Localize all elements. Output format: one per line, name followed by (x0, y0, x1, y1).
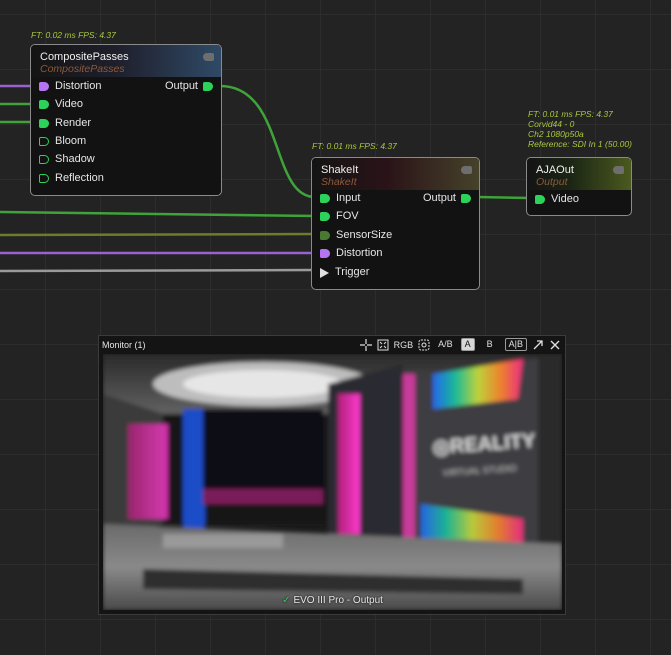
node-title: CompositePasses (40, 51, 129, 63)
input-reflection[interactable]: Reflection (39, 172, 104, 185)
node-toggle-icon[interactable] (461, 166, 472, 174)
node-subtitle: Output (536, 176, 568, 188)
virtual-studio-frame: ◎REALITY VIRTUAL STUDIO (103, 354, 562, 610)
node-toggle-icon[interactable] (203, 53, 214, 61)
pin-icon[interactable] (320, 249, 330, 258)
input-trigger[interactable]: Trigger (320, 266, 369, 279)
pin-icon[interactable] (39, 137, 49, 146)
pin-icon[interactable] (39, 100, 49, 109)
ab-compare-button[interactable]: A|B (504, 338, 527, 351)
input-fov[interactable]: FOV (320, 210, 359, 223)
fit-frame-icon[interactable] (377, 339, 389, 351)
wire-composite-to-shakeit[interactable] (219, 84, 316, 199)
node-title: ShakeIt (321, 164, 359, 176)
pin-icon[interactable] (320, 212, 330, 221)
monitor-toolbar: Monitor (1) RGB A/B A B A|B (99, 336, 565, 353)
wire-trigger[interactable] (0, 268, 316, 273)
ajaout-stats: FT: 0.01 ms FPS: 4.37 Corvid44 - 0 Ch2 1… (528, 109, 632, 149)
pin-icon[interactable] (39, 119, 49, 128)
output-pin-row[interactable]: Output (165, 80, 213, 93)
input-input[interactable]: Input (320, 192, 360, 205)
pin-icon[interactable] (535, 195, 545, 204)
node-shakeit[interactable]: ShakeIt ShakeIt Input FOV SensorSize Dis… (311, 157, 480, 290)
composite-stats: FT: 0.02 ms FPS: 4.37 (31, 30, 116, 40)
rgb-button[interactable]: RGB (394, 339, 414, 351)
node-header[interactable]: CompositePasses CompositePasses (31, 45, 221, 77)
node-subtitle: ShakeIt (321, 176, 357, 188)
node-toggle-icon[interactable] (613, 166, 624, 174)
popout-icon[interactable] (532, 339, 544, 351)
node-ajaout[interactable]: AJAOut Output Video (526, 157, 632, 216)
input-video[interactable]: Video (39, 98, 83, 111)
wire-sensorsize[interactable] (0, 232, 316, 237)
input-distortion[interactable]: Distortion (320, 247, 382, 260)
close-icon[interactable] (549, 339, 561, 351)
monitor-panel[interactable]: Monitor (1) RGB A/B A B A|B ◎REALITY VIR… (98, 335, 566, 615)
input-sensorsize[interactable]: SensorSize (320, 229, 392, 242)
pin-icon[interactable] (39, 82, 49, 91)
pin-icon[interactable] (320, 194, 330, 203)
ab-split-button[interactable]: A/B (435, 339, 456, 350)
node-header[interactable]: ShakeIt ShakeIt (312, 158, 479, 190)
input-video[interactable]: Video (535, 193, 579, 206)
input-render[interactable]: Render (39, 117, 91, 130)
wire-fov[interactable] (0, 210, 316, 218)
node-compositepasses[interactable]: CompositePasses CompositePasses Distorti… (30, 44, 222, 196)
wire-shakeit-to-ajaout[interactable] (477, 195, 531, 200)
node-subtitle: CompositePasses (40, 63, 125, 75)
check-icon: ✓ (282, 595, 291, 606)
input-distortion[interactable]: Distortion (39, 80, 101, 93)
output-caption: ✓ EVO III Pro - Output (282, 595, 383, 606)
pin-icon[interactable] (203, 82, 213, 91)
monitor-tools: RGB A/B A B A|B (359, 338, 561, 351)
trigger-pin-icon[interactable] (320, 267, 329, 278)
output-pin-row[interactable]: Output (423, 192, 471, 205)
video-viewport[interactable]: ◎REALITY VIRTUAL STUDIO ✓ EVO III Pro - O… (103, 354, 562, 610)
pin-icon[interactable] (39, 174, 49, 183)
node-title: AJAOut (536, 164, 574, 176)
zoom-frame-icon[interactable] (418, 339, 430, 351)
pin-icon[interactable] (461, 194, 471, 203)
pin-icon[interactable] (39, 155, 49, 164)
a-button[interactable]: A (460, 338, 475, 351)
input-bloom[interactable]: Bloom (39, 135, 86, 148)
crosshair-icon[interactable] (359, 338, 372, 351)
pin-icon[interactable] (320, 231, 330, 240)
monitor-title: Monitor (1) (102, 340, 146, 350)
input-shadow[interactable]: Shadow (39, 153, 95, 166)
b-button[interactable]: B (480, 339, 500, 350)
shakeit-stats: FT: 0.01 ms FPS: 4.37 (312, 141, 397, 151)
node-header[interactable]: AJAOut Output (527, 158, 631, 190)
